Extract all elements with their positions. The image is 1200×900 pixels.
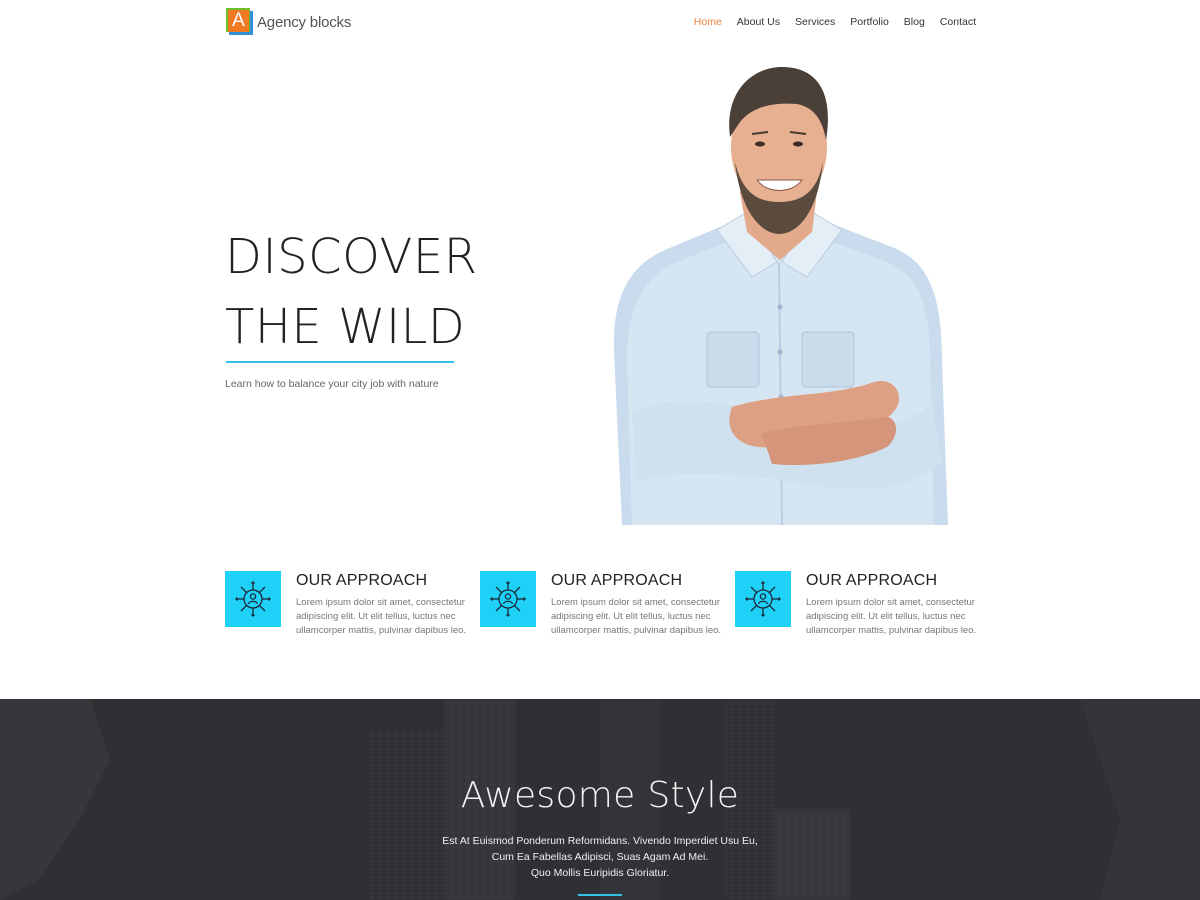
section-text-line: Est At Euismod Ponderum Reformidans. Viv… bbox=[442, 835, 758, 847]
hero-title-line-1: DISCOVER bbox=[225, 229, 478, 285]
section-text-line: Quo Mollis Euripidis Gloriatur. bbox=[530, 867, 670, 879]
network-person-icon bbox=[735, 571, 791, 627]
site-header: A Agency blocks Home About Us Services P… bbox=[0, 0, 1200, 46]
nav-item-portfolio[interactable]: Portfolio bbox=[850, 16, 889, 28]
hero-title: DISCOVER THE WILD bbox=[225, 222, 565, 362]
main-nav: Home About Us Services Portfolio Blog Co… bbox=[694, 16, 976, 28]
feature-title: OUR APPROACH bbox=[296, 572, 428, 589]
nav-item-home[interactable]: Home bbox=[694, 16, 722, 28]
nav-item-contact[interactable]: Contact bbox=[940, 16, 976, 28]
logo-letter: A bbox=[228, 10, 249, 32]
feature-card: OUR APPROACH Lorem ipsum dolor sit amet,… bbox=[480, 571, 725, 661]
hero-divider bbox=[226, 361, 454, 363]
section-divider bbox=[578, 894, 622, 896]
feature-text: Lorem ipsum dolor sit amet, consectetur … bbox=[551, 597, 722, 636]
awesome-style-section: Awesome Style Est At Euismod Ponderum Re… bbox=[0, 699, 1200, 900]
logo-text: Agency blocks bbox=[257, 13, 352, 31]
feature-title: OUR APPROACH bbox=[551, 572, 683, 589]
site-logo[interactable]: A Agency blocks bbox=[226, 8, 351, 36]
logo-mark-icon: A bbox=[226, 8, 254, 36]
section-text: Est At Euismod Ponderum Reformidans. Viv… bbox=[0, 833, 1200, 881]
feature-text: Lorem ipsum dolor sit amet, consectetur … bbox=[296, 597, 467, 636]
feature-title: OUR APPROACH bbox=[806, 572, 938, 589]
section-title: Awesome Style bbox=[460, 775, 740, 816]
hero-subtitle: Learn how to balance your city job with … bbox=[225, 378, 439, 390]
feature-card: OUR APPROACH Lorem ipsum dolor sit amet,… bbox=[735, 571, 980, 661]
nav-item-blog[interactable]: Blog bbox=[904, 16, 925, 28]
nav-item-about-us[interactable]: About Us bbox=[737, 16, 780, 28]
network-person-icon bbox=[480, 571, 536, 627]
feature-card: OUR APPROACH Lorem ipsum dolor sit amet,… bbox=[225, 571, 470, 661]
hero-title-line-2: THE WILD bbox=[225, 299, 466, 355]
nav-item-services[interactable]: Services bbox=[795, 16, 835, 28]
section-text-line: Cum Ea Fabellas Adipisci, Suas Agam Ad M… bbox=[491, 851, 709, 863]
hero-person-image bbox=[613, 67, 948, 525]
network-person-icon bbox=[225, 571, 281, 627]
feature-text: Lorem ipsum dolor sit amet, consectetur … bbox=[806, 597, 977, 636]
